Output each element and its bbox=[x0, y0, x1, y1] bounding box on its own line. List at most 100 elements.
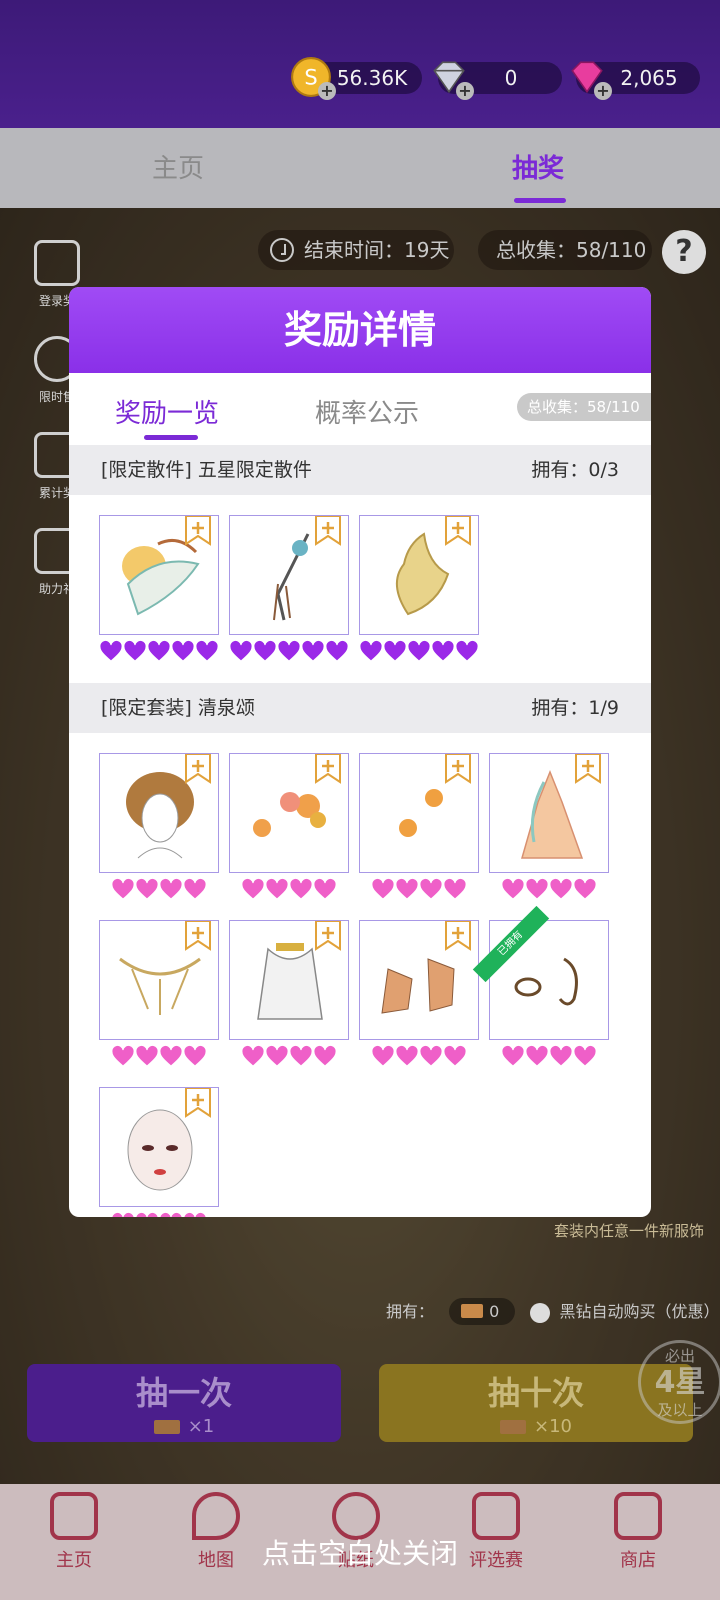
guarantee-badge: 必出 4星 及以上 bbox=[638, 1340, 720, 1424]
total-collect-text: 总收集：58/110 bbox=[496, 238, 647, 262]
bookmark-add-icon[interactable] bbox=[574, 754, 602, 784]
reward-item-earrings[interactable] bbox=[359, 753, 479, 873]
heart-star-icon bbox=[501, 877, 525, 900]
bookmark-add-icon[interactable] bbox=[184, 1088, 212, 1118]
bookmark-add-icon[interactable] bbox=[314, 921, 342, 951]
bookmark-add-icon[interactable] bbox=[314, 516, 342, 546]
heart-star-icon bbox=[359, 639, 383, 662]
draw-once-button[interactable]: 抽一次 ×1 bbox=[27, 1364, 341, 1442]
reward-item-waist-chain[interactable] bbox=[99, 920, 219, 1040]
reward-item-hairstyle[interactable] bbox=[99, 753, 219, 873]
modal-collect-pill: 总收集：58/110 bbox=[517, 393, 651, 421]
reward-item-makeup[interactable] bbox=[99, 1087, 219, 1207]
tab-draw[interactable]: 抽奖 bbox=[512, 148, 564, 185]
reward-details-modal: 奖励详情 奖励一览 概率公示 总收集：58/110 [限定散件] 五星限定散件 … bbox=[69, 287, 651, 1217]
bookmark-add-icon[interactable] bbox=[444, 754, 472, 784]
heart-star-icon bbox=[549, 1044, 573, 1067]
star-rating bbox=[99, 639, 219, 664]
heart-star-icon bbox=[383, 639, 407, 662]
gem-currency[interactable]: + 2,065 bbox=[571, 61, 700, 100]
reward-item-hairpin[interactable] bbox=[229, 515, 349, 635]
reward-item-phoenix-robe[interactable] bbox=[99, 515, 219, 635]
section-header-limited-items: [限定散件] 五星限定散件 拥有：0/3 bbox=[69, 445, 651, 495]
reward-item-anklets[interactable]: 已拥有 bbox=[472, 905, 609, 1040]
star-rating bbox=[111, 877, 207, 902]
draw-ten-cost: ×10 bbox=[379, 1416, 693, 1437]
star-rating bbox=[241, 877, 337, 902]
tab-probability[interactable]: 概率公示 bbox=[315, 393, 419, 430]
total-collect-pill: 总收集：58/110 bbox=[478, 230, 652, 270]
star-rating bbox=[371, 1044, 467, 1069]
bookmark-add-icon[interactable] bbox=[444, 921, 472, 951]
end-time-text: 结束时间：19天 bbox=[304, 238, 450, 262]
heart-star-icon bbox=[395, 1044, 419, 1067]
close-hint[interactable]: 点击空白处关闭 bbox=[0, 1532, 720, 1572]
bookmark-add-icon[interactable] bbox=[184, 516, 212, 546]
add-gold-icon[interactable]: + bbox=[318, 82, 336, 100]
tab-home[interactable]: 主页 bbox=[152, 148, 204, 185]
bookmark-add-icon[interactable] bbox=[184, 754, 212, 784]
heart-star-icon bbox=[123, 639, 147, 662]
section-owned: 拥有：0/3 bbox=[531, 459, 619, 481]
heart-star-icon bbox=[573, 1044, 597, 1067]
reward-item-necklace[interactable] bbox=[229, 920, 349, 1040]
top-bar: S + 56.36K + 0 + 2,065 bbox=[0, 0, 720, 128]
heart-star-icon bbox=[371, 1044, 395, 1067]
reward-item-flower-accessory[interactable] bbox=[229, 753, 349, 873]
heart-star-icon bbox=[443, 1044, 467, 1067]
heart-star-icon bbox=[195, 639, 219, 662]
tab-reward-overview[interactable]: 奖励一览 bbox=[115, 393, 219, 430]
draw-once-cost: ×1 bbox=[27, 1416, 341, 1437]
ticket-icon bbox=[153, 1420, 180, 1434]
gold-currency[interactable]: S + 56.36K bbox=[291, 57, 422, 100]
heart-star-icon bbox=[407, 639, 431, 662]
heart-star-icon bbox=[135, 1044, 159, 1067]
heart-star-icon bbox=[111, 877, 135, 900]
heart-star-icon bbox=[325, 639, 349, 662]
heart-star-icon bbox=[371, 877, 395, 900]
svg-text:S: S bbox=[304, 65, 317, 89]
heart-star-icon bbox=[419, 1044, 443, 1067]
draw-once-label: 抽一次 bbox=[135, 1374, 232, 1412]
heart-star-icon bbox=[301, 639, 325, 662]
ticket-icon bbox=[500, 1420, 526, 1434]
clock-icon bbox=[270, 238, 294, 262]
ticket-count-pill: 0 bbox=[449, 1298, 516, 1325]
end-time-pill: 结束时间：19天 bbox=[258, 230, 454, 270]
help-button[interactable]: ? bbox=[662, 230, 706, 274]
bookmark-add-icon[interactable] bbox=[314, 754, 342, 784]
star-rating bbox=[371, 877, 467, 902]
heart-star-icon bbox=[525, 877, 549, 900]
modal-tabs: 奖励一览 概率公示 总收集：58/110 bbox=[69, 373, 651, 445]
heart-star-icon bbox=[395, 877, 419, 900]
heart-star-icon bbox=[183, 1044, 207, 1067]
heart-star-icon bbox=[289, 877, 313, 900]
guarantee-stars: 4星 bbox=[654, 1365, 706, 1400]
guarantee-bottom: 及以上 bbox=[657, 1401, 703, 1419]
ticket-icon bbox=[461, 1304, 484, 1318]
heart-star-icon bbox=[573, 877, 597, 900]
bookmark-add-icon[interactable] bbox=[184, 921, 212, 951]
heart-star-icon bbox=[265, 1044, 289, 1067]
auto-buy-toggle[interactable] bbox=[530, 1302, 551, 1323]
diamond-currency[interactable]: + 0 bbox=[433, 61, 562, 100]
heart-star-icon bbox=[183, 1211, 207, 1217]
heart-star-icon bbox=[501, 1044, 525, 1067]
heart-star-icon bbox=[313, 877, 337, 900]
limited-suit-grid: 已拥有 bbox=[69, 733, 651, 1217]
star-rating bbox=[241, 1044, 337, 1069]
heart-star-icon bbox=[253, 639, 277, 662]
section-header-limited-suit: [限定套装] 清泉颂 拥有：1/9 bbox=[69, 683, 651, 733]
reward-item-dress[interactable] bbox=[489, 753, 609, 873]
tab-active-indicator bbox=[514, 198, 566, 203]
modal-tab-indicator bbox=[144, 435, 198, 440]
add-diamond-icon[interactable]: + bbox=[456, 82, 474, 100]
reward-item-coral-wing[interactable] bbox=[359, 515, 479, 635]
heart-star-icon bbox=[111, 1044, 135, 1067]
add-gem-icon[interactable]: + bbox=[594, 82, 612, 100]
bookmark-add-icon[interactable] bbox=[444, 516, 472, 546]
heart-star-icon bbox=[183, 877, 207, 900]
reward-item-shoes[interactable] bbox=[359, 920, 479, 1040]
heart-star-icon bbox=[455, 639, 479, 662]
calendar-icon bbox=[34, 240, 80, 286]
